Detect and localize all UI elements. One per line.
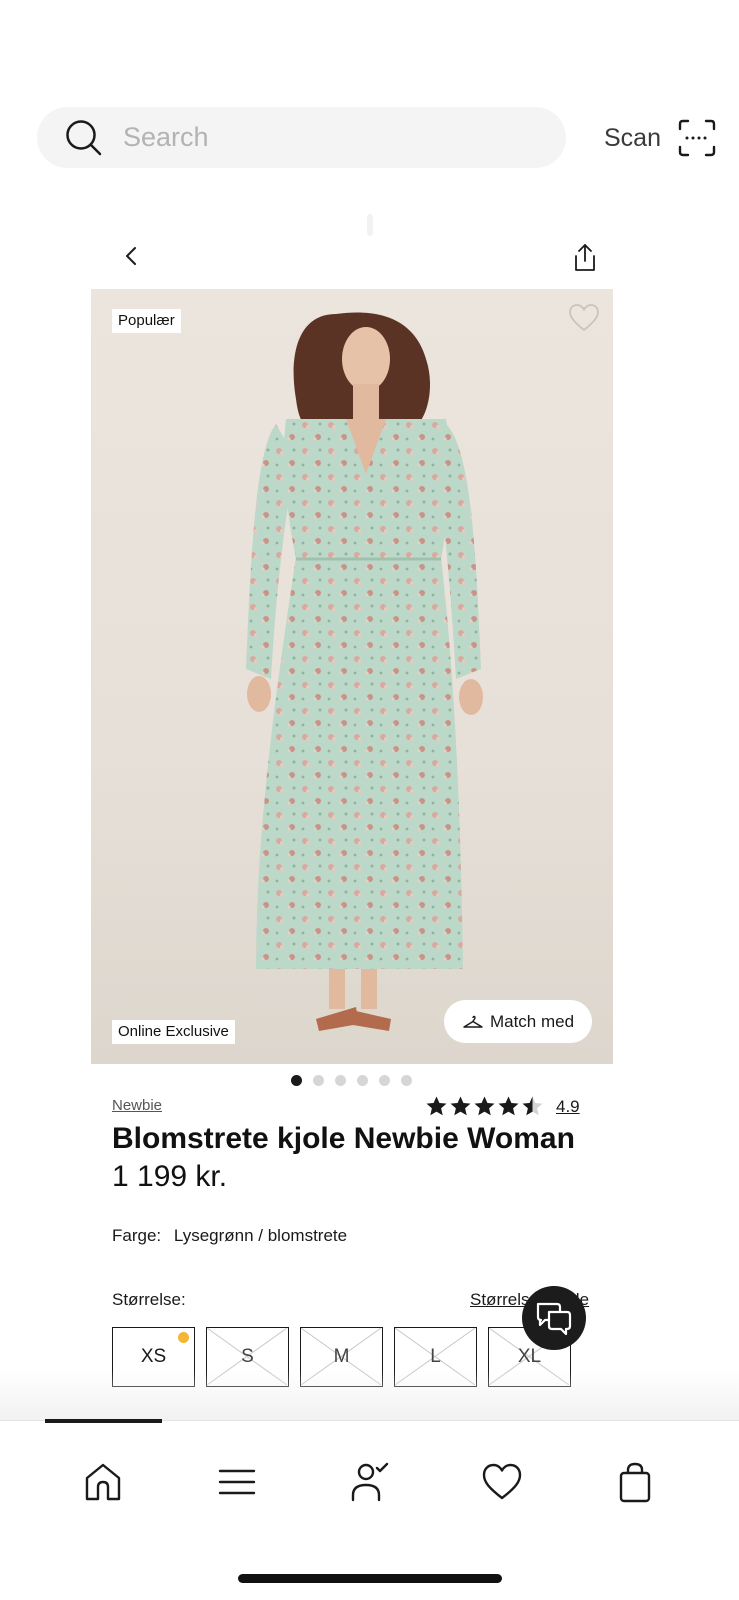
- star-icon: [474, 1096, 495, 1116]
- star-icon: [450, 1096, 471, 1116]
- product-price: 1 199 kr.: [112, 1160, 228, 1193]
- scan-label[interactable]: Scan: [604, 124, 661, 153]
- menu-icon: [218, 1469, 256, 1495]
- online-exclusive-badge: Online Exclusive: [112, 1020, 235, 1044]
- content-fade: [0, 1370, 739, 1420]
- rating[interactable]: 4.9: [425, 1095, 580, 1118]
- home-indicator: [238, 1574, 502, 1583]
- scan-icon[interactable]: [678, 119, 716, 157]
- search-bar[interactable]: [37, 107, 566, 168]
- star-icon: [498, 1096, 519, 1116]
- active-tab-indicator: [45, 1419, 162, 1423]
- hanger-icon: [463, 1015, 483, 1028]
- tab-account[interactable]: [347, 1459, 393, 1505]
- match-label: Match med: [489, 1011, 575, 1031]
- low-stock-dot: [178, 1332, 189, 1343]
- tab-wishlist[interactable]: [479, 1459, 525, 1505]
- pagination-dot[interactable]: [379, 1075, 390, 1086]
- account-icon: [351, 1462, 389, 1502]
- pagination-dot[interactable]: [335, 1075, 346, 1086]
- home-icon: [85, 1463, 121, 1501]
- size-label: Størrelse:: [112, 1290, 186, 1309]
- bottom-tab-bar: [0, 1419, 739, 1600]
- chat-button[interactable]: [522, 1286, 586, 1350]
- size-option-label: XL: [517, 1346, 542, 1367]
- tab-bag[interactable]: [612, 1459, 658, 1505]
- size-option-label: M: [333, 1346, 350, 1367]
- product-title: Blomstrete kjole Newbie Woman: [112, 1122, 575, 1155]
- search-icon: [66, 120, 102, 156]
- bag-icon: [619, 1462, 651, 1503]
- product-image[interactable]: Populær Online Exclusive Match med: [91, 289, 613, 1064]
- tab-menu[interactable]: [214, 1459, 260, 1505]
- size-option-label: S: [241, 1346, 254, 1367]
- chat-icon: [536, 1302, 572, 1336]
- chevron-left-icon[interactable]: [118, 240, 146, 272]
- brand-link[interactable]: Newbie: [112, 1097, 162, 1114]
- pagination-dot[interactable]: [357, 1075, 368, 1086]
- pagination-dot[interactable]: [401, 1075, 412, 1086]
- share-icon[interactable]: [571, 242, 599, 274]
- color-value: Lysegrønn / blomstrete: [173, 1226, 348, 1245]
- star-icon: [522, 1096, 543, 1116]
- rating-stars: [425, 1095, 544, 1118]
- search-input[interactable]: [123, 107, 543, 168]
- color-label: Farge:: [112, 1226, 162, 1245]
- popular-badge: Populær: [112, 309, 181, 333]
- pagination-dot[interactable]: [313, 1075, 324, 1086]
- size-option-label: XS: [140, 1346, 167, 1367]
- tab-home[interactable]: [80, 1459, 126, 1505]
- rating-value[interactable]: 4.9: [556, 1097, 580, 1117]
- color-info: Farge: Lysegrønn / blomstrete: [112, 1226, 347, 1246]
- image-pagination: [291, 1075, 412, 1086]
- product-photo: [246, 312, 483, 1031]
- sheet-handle: [367, 214, 373, 236]
- heart-icon[interactable]: [568, 303, 600, 333]
- star-icon: [426, 1096, 447, 1116]
- pagination-dot[interactable]: [291, 1075, 302, 1086]
- match-button[interactable]: Match med: [444, 1000, 592, 1043]
- size-option-label: L: [430, 1346, 441, 1367]
- heart-icon: [482, 1463, 522, 1500]
